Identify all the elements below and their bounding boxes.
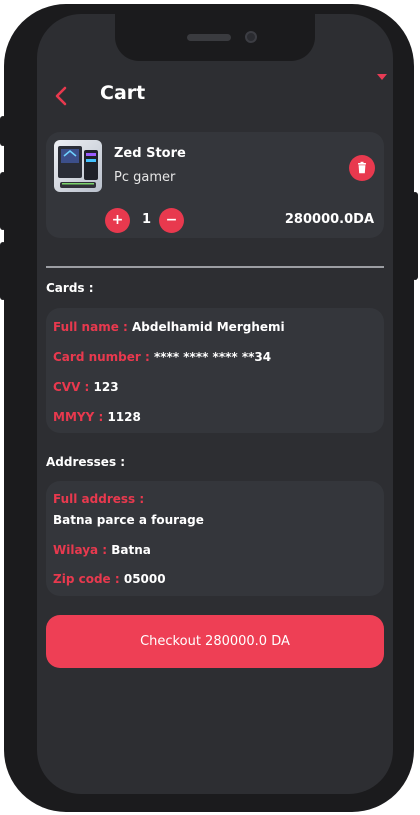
volume-down-button: [0, 242, 6, 300]
phone-frame: Cart Zed Store Pc gamer + 1 − 280000.0DA…: [0, 4, 418, 812]
divider: [46, 266, 384, 268]
checkout-button[interactable]: Checkout 280000.0 DA: [46, 615, 384, 668]
wilaya-value: Batna: [111, 543, 151, 557]
mmyy-value: 1128: [107, 410, 141, 424]
cart-screen: Cart Zed Store Pc gamer + 1 − 280000.0DA…: [37, 14, 393, 794]
cart-item-card: Zed Store Pc gamer + 1 − 280000.0DA: [46, 132, 384, 238]
trash-icon: [358, 161, 366, 174]
power-button: [412, 192, 418, 280]
product-name: Pc gamer: [114, 170, 176, 185]
card-number-value: **** **** **** **34: [154, 350, 272, 364]
volume-up-button: [0, 172, 6, 230]
full-name-label: Full name :: [53, 320, 128, 334]
speaker-grille: [187, 34, 231, 41]
addresses-section-title: Addresses :: [46, 455, 126, 469]
delete-item-button[interactable]: [349, 155, 375, 181]
phone-notch: [115, 14, 315, 61]
silent-switch: [0, 116, 6, 146]
full-address-value: Batna parce a fourage: [53, 513, 204, 527]
cvv-value: 123: [93, 380, 119, 394]
zip-code-value: 05000: [123, 572, 166, 586]
page-title: Cart: [100, 82, 146, 104]
full-address-label: Full address :: [53, 492, 145, 506]
decrease-quantity-button[interactable]: −: [159, 208, 184, 233]
cards-section-title: Cards :: [46, 281, 94, 295]
phone-screen: Cart Zed Store Pc gamer + 1 − 280000.0DA…: [37, 14, 393, 794]
increase-quantity-button[interactable]: +: [105, 208, 130, 233]
cvv-label: CVV :: [53, 380, 90, 394]
address-info[interactable]: Full address : Batna parce a fourage Wil…: [46, 481, 384, 596]
front-camera: [245, 31, 257, 43]
quantity-value: 1: [142, 212, 152, 227]
zip-code-label: Zip code :: [53, 572, 120, 586]
gaming-pc-image: [54, 140, 102, 192]
item-price: 280000.0DA: [284, 212, 374, 227]
card-number-label: Card number :: [53, 350, 150, 364]
store-name: Zed Store: [114, 146, 186, 161]
debug-banner-icon: [377, 74, 387, 80]
back-arrow-icon[interactable]: [51, 84, 73, 108]
app-bar: Cart: [37, 82, 393, 112]
mmyy-label: MMYY :: [53, 410, 104, 424]
payment-card-info[interactable]: Full name : Abdelhamid Merghemi Card num…: [46, 308, 384, 433]
full-name-value: Abdelhamid Merghemi: [132, 320, 285, 334]
wilaya-label: Wilaya :: [53, 543, 108, 557]
